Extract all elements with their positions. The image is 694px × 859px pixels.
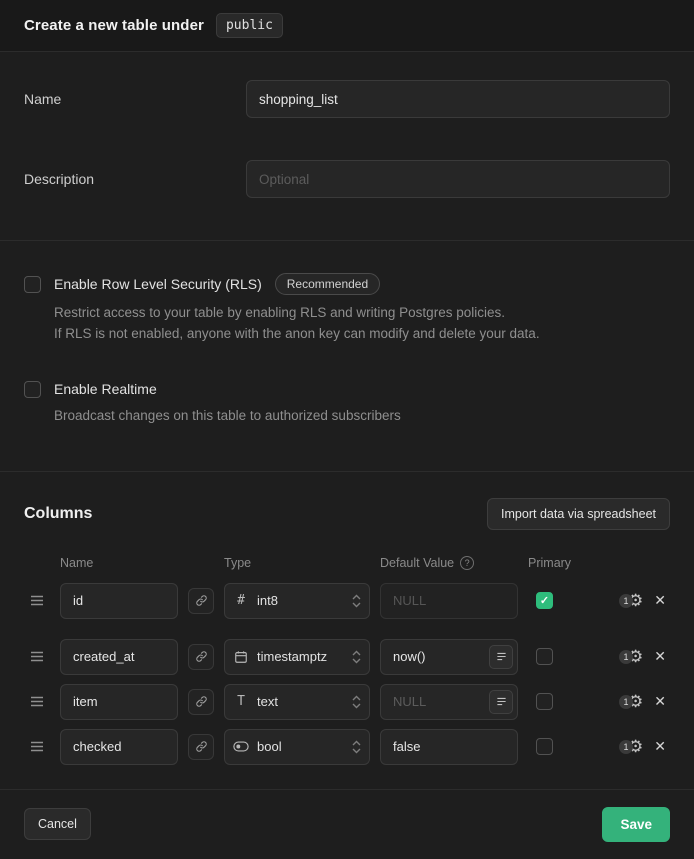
column-type-value: text bbox=[257, 694, 344, 709]
default-value-input[interactable] bbox=[380, 583, 518, 619]
settings-count-badge: 1 bbox=[619, 650, 633, 664]
settings-count-badge: 1 bbox=[619, 740, 633, 754]
settings-count-badge: 1 bbox=[619, 695, 633, 709]
dialog-title: Create a new table under bbox=[24, 17, 204, 34]
primary-checkbox[interactable] bbox=[536, 738, 553, 755]
table-name-input[interactable] bbox=[246, 80, 670, 118]
columns-title: Columns bbox=[24, 505, 92, 523]
remove-column-icon[interactable] bbox=[652, 736, 668, 757]
column-settings-gear-icon[interactable]: 1 bbox=[619, 592, 643, 609]
column-name-input[interactable] bbox=[60, 639, 178, 675]
description-label: Description bbox=[24, 171, 246, 187]
default-suggestions-icon[interactable] bbox=[489, 645, 513, 669]
remove-column-icon[interactable] bbox=[652, 646, 668, 667]
header-type: Type bbox=[224, 556, 370, 570]
foreign-key-link-icon[interactable] bbox=[188, 644, 214, 670]
realtime-description: Broadcast changes on this table to autho… bbox=[54, 406, 670, 427]
select-chevrons-icon bbox=[352, 594, 361, 608]
column-type-value: bool bbox=[257, 739, 344, 754]
column-name-input[interactable] bbox=[60, 684, 178, 720]
rls-description: Restrict access to your table by enablin… bbox=[54, 303, 670, 345]
header-primary: Primary bbox=[528, 556, 572, 570]
primary-checkbox[interactable] bbox=[536, 693, 553, 710]
column-type-select[interactable]: T text bbox=[224, 684, 370, 720]
foreign-key-link-icon[interactable] bbox=[188, 588, 214, 614]
rls-checkbox[interactable] bbox=[24, 276, 41, 293]
hash-icon: # bbox=[233, 593, 249, 608]
header-name: Name bbox=[60, 556, 178, 570]
realtime-block: Enable Realtime Broadcast changes on thi… bbox=[24, 381, 670, 427]
create-table-dialog: Create a new table under public Name Des… bbox=[0, 0, 694, 859]
schema-badge: public bbox=[216, 13, 283, 38]
remove-column-icon[interactable] bbox=[652, 590, 668, 611]
column-row: T text 1 bbox=[24, 684, 670, 720]
column-name-input[interactable] bbox=[60, 583, 178, 619]
foreign-key-link-icon[interactable] bbox=[188, 734, 214, 760]
column-settings-gear-icon[interactable]: 1 bbox=[619, 738, 643, 755]
column-row: timestamptz 1 bbox=[24, 639, 670, 675]
drag-handle-icon[interactable] bbox=[24, 696, 50, 707]
toggle-icon bbox=[233, 741, 249, 752]
realtime-checkbox[interactable] bbox=[24, 381, 41, 398]
import-spreadsheet-button[interactable]: Import data via spreadsheet bbox=[487, 498, 670, 530]
select-chevrons-icon bbox=[352, 740, 361, 754]
recommended-badge: Recommended bbox=[275, 273, 380, 295]
settings-count-badge: 1 bbox=[619, 594, 633, 608]
rls-block: Enable Row Level Security (RLS) Recommen… bbox=[24, 273, 670, 345]
foreign-key-link-icon[interactable] bbox=[188, 689, 214, 715]
default-value-cell bbox=[380, 729, 518, 765]
header-default-value: Default Value bbox=[380, 556, 454, 570]
help-icon[interactable] bbox=[460, 556, 474, 570]
drag-handle-icon[interactable] bbox=[24, 595, 50, 606]
column-type-select[interactable]: bool bbox=[224, 729, 370, 765]
drag-handle-icon[interactable] bbox=[24, 651, 50, 662]
column-settings-gear-icon[interactable]: 1 bbox=[619, 648, 643, 665]
columns-table-header: Name Type Default Value Primary bbox=[24, 556, 670, 570]
table-description-input[interactable] bbox=[246, 160, 670, 198]
column-row: # int8 ✓ 1 bbox=[24, 583, 670, 619]
calendar-icon bbox=[233, 650, 249, 664]
columns-rows: # int8 ✓ 1 bbox=[24, 583, 670, 765]
dialog-footer: Cancel Save bbox=[0, 790, 694, 859]
cancel-button[interactable]: Cancel bbox=[24, 808, 91, 840]
select-chevrons-icon bbox=[352, 695, 361, 709]
default-value-cell bbox=[380, 639, 518, 675]
drag-handle-icon[interactable] bbox=[24, 741, 50, 752]
column-type-value: timestamptz bbox=[257, 649, 344, 664]
column-type-select[interactable]: timestamptz bbox=[224, 639, 370, 675]
options-section: Enable Row Level Security (RLS) Recommen… bbox=[0, 241, 694, 472]
rls-label: Enable Row Level Security (RLS) bbox=[54, 276, 262, 292]
name-label: Name bbox=[24, 91, 246, 107]
default-value-cell bbox=[380, 684, 518, 720]
realtime-label: Enable Realtime bbox=[54, 381, 157, 397]
default-value-cell bbox=[380, 583, 518, 619]
letter-t-icon: T bbox=[233, 694, 249, 709]
column-type-value: int8 bbox=[257, 593, 344, 608]
default-value-input[interactable] bbox=[380, 729, 518, 765]
column-settings-gear-icon[interactable]: 1 bbox=[619, 693, 643, 710]
column-type-select[interactable]: # int8 bbox=[224, 583, 370, 619]
select-chevrons-icon bbox=[352, 650, 361, 664]
default-suggestions-icon[interactable] bbox=[489, 690, 513, 714]
save-button[interactable]: Save bbox=[602, 807, 670, 842]
remove-column-icon[interactable] bbox=[652, 691, 668, 712]
columns-section: Columns Import data via spreadsheet Name… bbox=[0, 472, 694, 790]
primary-checkbox[interactable]: ✓ bbox=[536, 592, 553, 609]
primary-checkbox[interactable] bbox=[536, 648, 553, 665]
table-info-section: Name Description bbox=[0, 52, 694, 241]
column-name-input[interactable] bbox=[60, 729, 178, 765]
column-row: bool 1 bbox=[24, 729, 670, 765]
dialog-header: Create a new table under public bbox=[0, 0, 694, 52]
